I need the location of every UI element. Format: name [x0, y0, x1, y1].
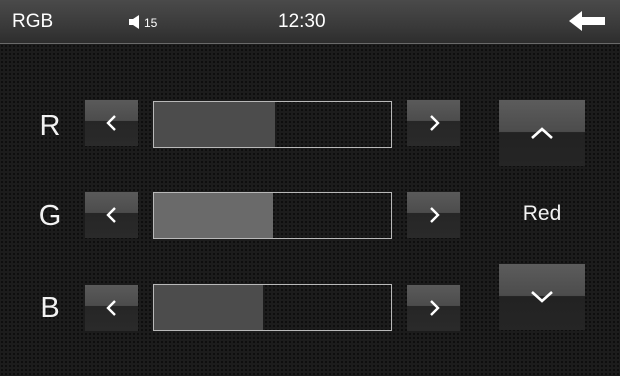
chevron-down-icon: [531, 291, 553, 303]
g-slider[interactable]: [153, 192, 392, 239]
page-title: RGB: [12, 11, 54, 32]
g-decrease-button[interactable]: [85, 192, 138, 238]
b-decrease-button[interactable]: [85, 285, 138, 331]
chevron-right-icon: [430, 115, 440, 131]
channel-up-button[interactable]: [499, 100, 585, 166]
b-slider[interactable]: [153, 284, 392, 331]
channel-label-b: B: [40, 292, 60, 324]
g-slider-fill: [154, 193, 273, 238]
g-increase-button[interactable]: [407, 192, 460, 238]
r-slider[interactable]: [153, 101, 392, 148]
r-decrease-button[interactable]: [85, 100, 138, 146]
r-slider-fill: [154, 102, 275, 147]
chevron-left-icon: [106, 207, 116, 223]
back-arrow-icon: [569, 11, 605, 31]
channel-label-g: G: [38, 200, 62, 232]
channel-down-button[interactable]: [499, 264, 585, 330]
chevron-left-icon: [106, 115, 116, 131]
rgb-settings-screen: RGB 15 12:30 R G B Red: [0, 0, 620, 376]
chevron-left-icon: [106, 300, 116, 316]
b-increase-button[interactable]: [407, 285, 460, 331]
chevron-right-icon: [430, 300, 440, 316]
chevron-up-icon: [531, 127, 553, 139]
speaker-icon: [129, 15, 139, 29]
volume-indicator: 15: [128, 12, 178, 34]
top-bar: RGB 15 12:30: [0, 0, 620, 44]
selected-channel: Red: [522, 202, 562, 225]
b-slider-fill: [154, 285, 264, 330]
volume-level: 15: [144, 16, 158, 30]
chevron-right-icon: [430, 207, 440, 223]
channel-label-r: R: [39, 110, 61, 142]
back-button[interactable]: [560, 6, 612, 38]
r-increase-button[interactable]: [407, 100, 460, 146]
clock: 12:30: [278, 11, 326, 32]
